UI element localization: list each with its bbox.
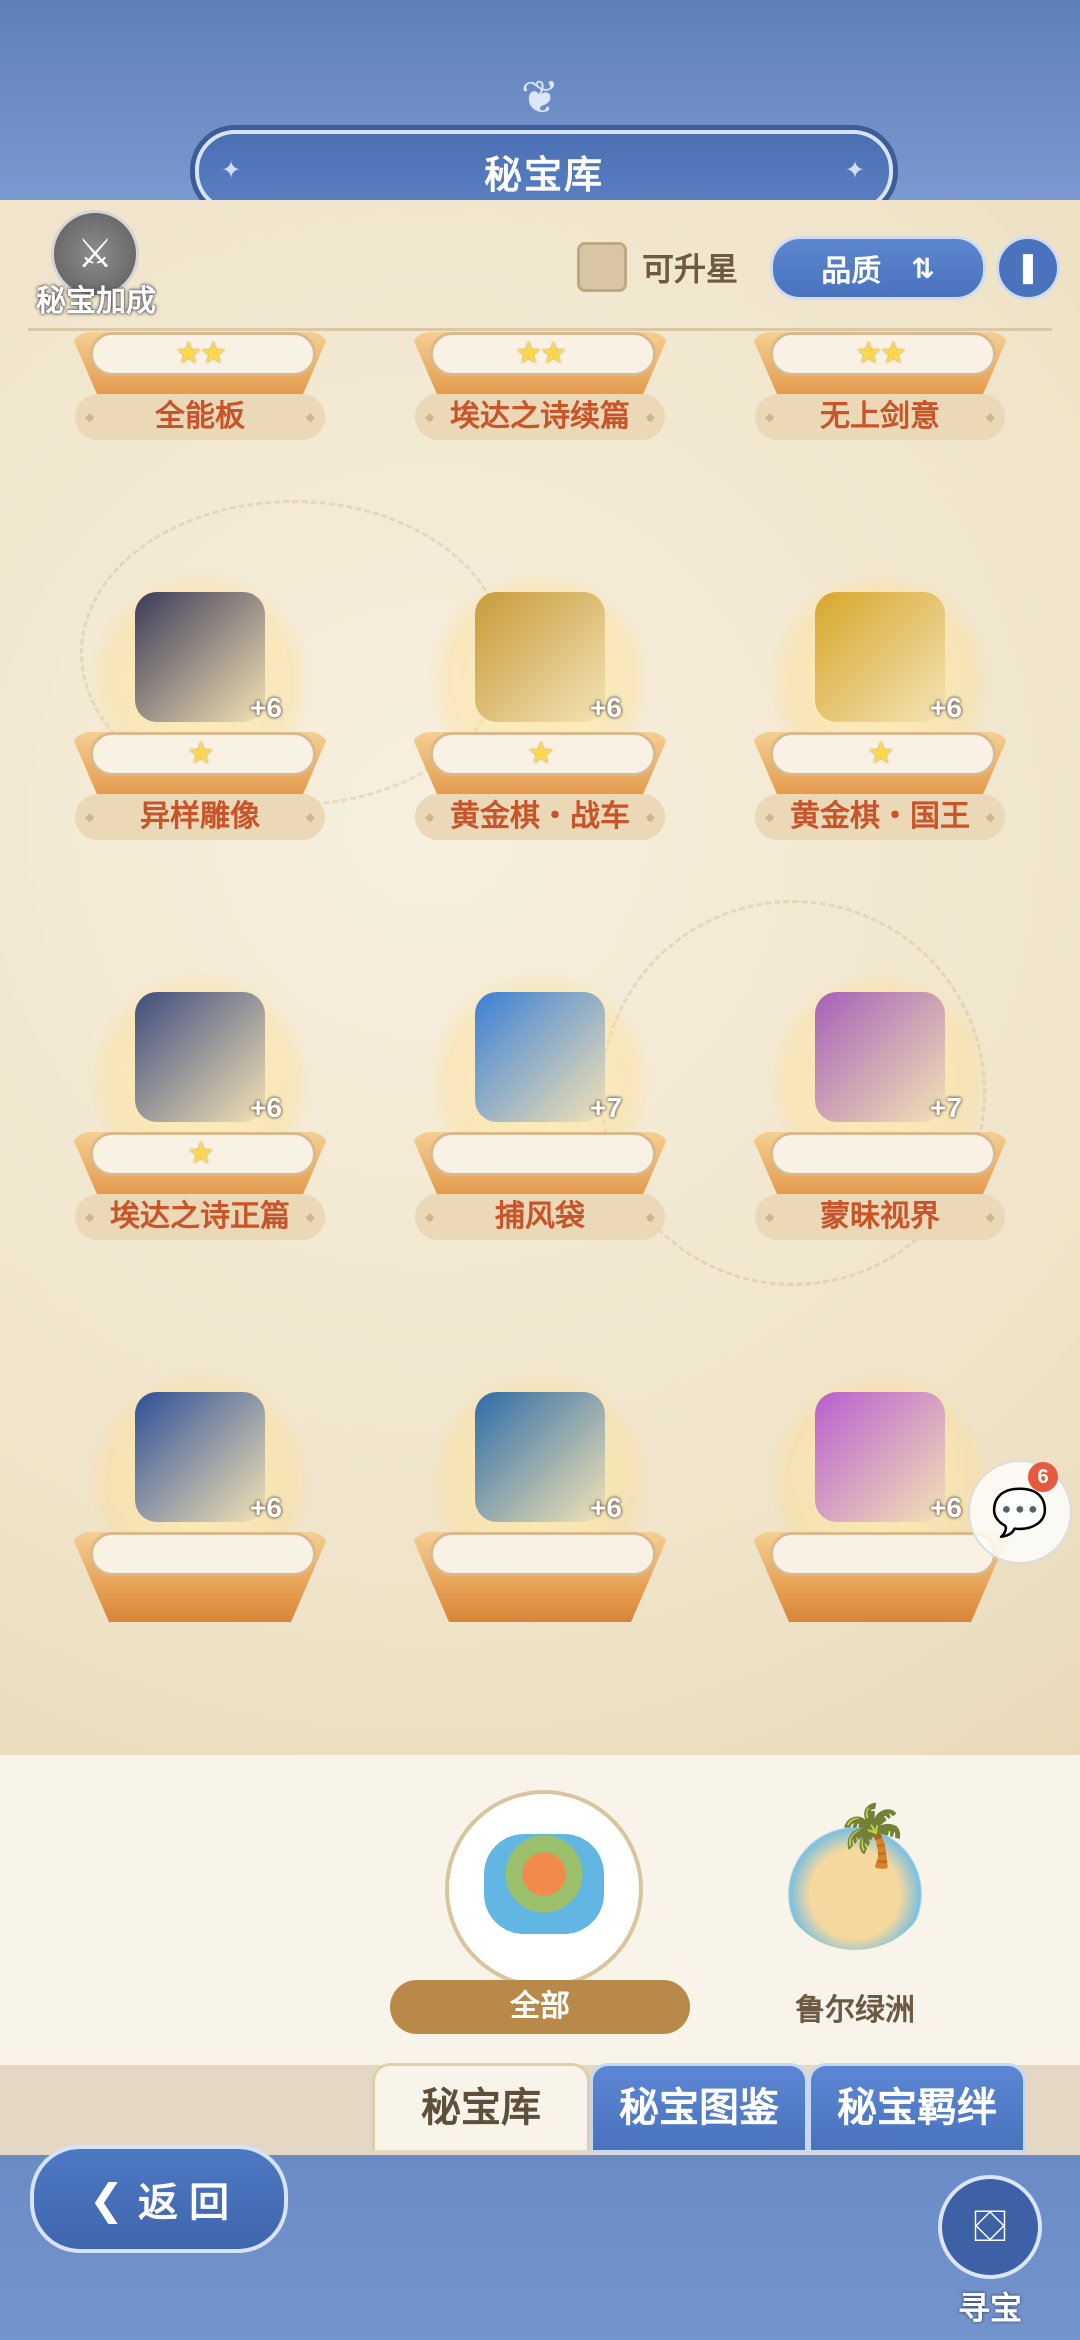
region-oasis-button[interactable]: 🌴 — [780, 1802, 930, 1950]
treasure-card[interactable]: +7 蒙昧视界 — [730, 972, 1030, 1362]
pedestal-top — [430, 1532, 656, 1576]
divider — [28, 328, 1052, 331]
star-rating: ★★ — [175, 337, 227, 370]
cat-crest-icon: ❦ — [520, 71, 560, 123]
page-title: 秘宝库 — [483, 154, 604, 197]
treasure-name: 全能板 — [75, 394, 325, 440]
treasure-card[interactable]: +6 — [390, 1372, 690, 1752]
star-rating: ★ — [867, 737, 895, 770]
treasure-chest-icon: ⛋ — [938, 2175, 1042, 2279]
upgradeable-label: 可升星 — [642, 251, 739, 287]
sort-label: 品质 — [821, 255, 882, 288]
pedestal-top — [770, 1132, 996, 1176]
star-rating: ★ — [187, 1137, 215, 1170]
treasure-name: 埃达之诗续篇 — [415, 394, 665, 440]
treasure-item-icon — [135, 1392, 265, 1522]
treasure-level: +6 — [590, 1492, 622, 1523]
treasure-level: +7 — [930, 1092, 962, 1123]
treasure-level: +6 — [590, 692, 622, 723]
treasure-name: 黄金棋・战车 — [415, 794, 665, 840]
back-label: 返 回 — [138, 2181, 230, 2225]
treasure-card[interactable]: +6 ★ 异样雕像 — [50, 572, 350, 962]
treasure-bonus-button[interactable]: ⚔ 秘宝加成 — [30, 210, 160, 320]
region-all-label[interactable]: 全部 — [390, 1980, 690, 2034]
treasure-card[interactable]: +6 ★ 黄金棋・国王 — [730, 572, 1030, 962]
treasure-hunt-label: 寻宝 — [957, 2290, 1022, 2326]
treasure-hunt-button[interactable]: ⛋ 寻宝 — [935, 2175, 1045, 2326]
chat-icon: 💬 — [991, 1486, 1049, 1538]
sparkle-icon: ✦ — [844, 157, 867, 184]
book-icon: ❚ — [1015, 251, 1041, 284]
treasure-card[interactable]: +6★★埃达之诗续篇 — [390, 332, 690, 562]
sort-arrows-icon: ⇅ — [911, 252, 935, 284]
treasure-card[interactable]: +6 ★ 埃达之诗正篇 — [50, 972, 350, 1362]
treasure-item-icon — [475, 992, 605, 1122]
treasure-name: 异样雕像 — [75, 794, 325, 840]
treasure-item-icon — [135, 992, 265, 1122]
treasure-name: 黄金棋・国王 — [755, 794, 1005, 840]
treasure-level: +6 — [250, 692, 282, 723]
treasure-card[interactable]: +6★★无上剑意 — [730, 332, 1030, 562]
treasure-card[interactable]: +6 — [730, 1372, 1030, 1752]
region-all-button[interactable] — [445, 1790, 643, 1988]
star-rating: ★★ — [855, 337, 907, 370]
treasure-item-icon — [815, 992, 945, 1122]
treasure-name: 捕风袋 — [415, 1194, 665, 1240]
treasure-name: 无上剑意 — [755, 394, 1005, 440]
treasure-item-icon — [815, 592, 945, 722]
treasure-grid: +6★★全能板+6★★埃达之诗续篇+6★★无上剑意+6★异样雕像+6★黄金棋・战… — [0, 332, 1080, 1752]
back-button[interactable]: ❮ 返 回 — [30, 2145, 288, 2253]
island-house-icon — [484, 1834, 604, 1934]
chat-badge: 6 — [1028, 1462, 1058, 1492]
back-arrow-icon: ❮ — [88, 2175, 125, 2223]
star-rating: ★ — [527, 737, 555, 770]
treasure-level: +6 — [250, 1492, 282, 1523]
star-rating: ★ — [187, 737, 215, 770]
treasure-name: 蒙昧视界 — [755, 1194, 1005, 1240]
tab-treasure-bonds[interactable]: 秘宝羁绊 — [808, 2063, 1026, 2153]
info-book-button[interactable]: ❚ — [996, 236, 1060, 300]
treasure-level: +6 — [930, 1492, 962, 1523]
treasure-item-icon — [815, 1392, 945, 1522]
region-oasis-label[interactable]: 鲁尔绿洲 — [730, 1985, 980, 2029]
treasure-card[interactable]: +6 — [50, 1372, 350, 1752]
quality-sort-button[interactable]: 品质 ⇅ — [770, 236, 986, 300]
treasure-bonus-label: 秘宝加成 — [36, 285, 156, 318]
treasure-card[interactable]: +6 ★ 黄金棋・战车 — [390, 572, 690, 962]
upgradeable-checkbox[interactable] — [577, 242, 627, 292]
treasure-level: +6 — [250, 1092, 282, 1123]
star-rating: ★★ — [515, 337, 567, 370]
pedestal-top — [90, 1532, 316, 1576]
tab-treasure-vault[interactable]: 秘宝库 — [372, 2063, 590, 2150]
treasure-card[interactable]: +6★★全能板 — [50, 332, 350, 562]
treasure-level: +7 — [590, 1092, 622, 1123]
treasure-item-icon — [135, 592, 265, 722]
treasure-item-icon — [475, 592, 605, 722]
palm-tree-icon: 🌴 — [835, 1802, 910, 1869]
treasure-level: +6 — [930, 692, 962, 723]
treasure-card[interactable]: +7 捕风袋 — [390, 972, 690, 1362]
pedestal-top — [770, 1532, 996, 1576]
sparkle-icon: ✦ — [221, 157, 244, 184]
tab-treasure-codex[interactable]: 秘宝图鉴 — [590, 2063, 808, 2153]
pedestal-top — [430, 1132, 656, 1176]
treasure-name: 埃达之诗正篇 — [75, 1194, 325, 1240]
treasure-item-icon — [475, 1392, 605, 1522]
